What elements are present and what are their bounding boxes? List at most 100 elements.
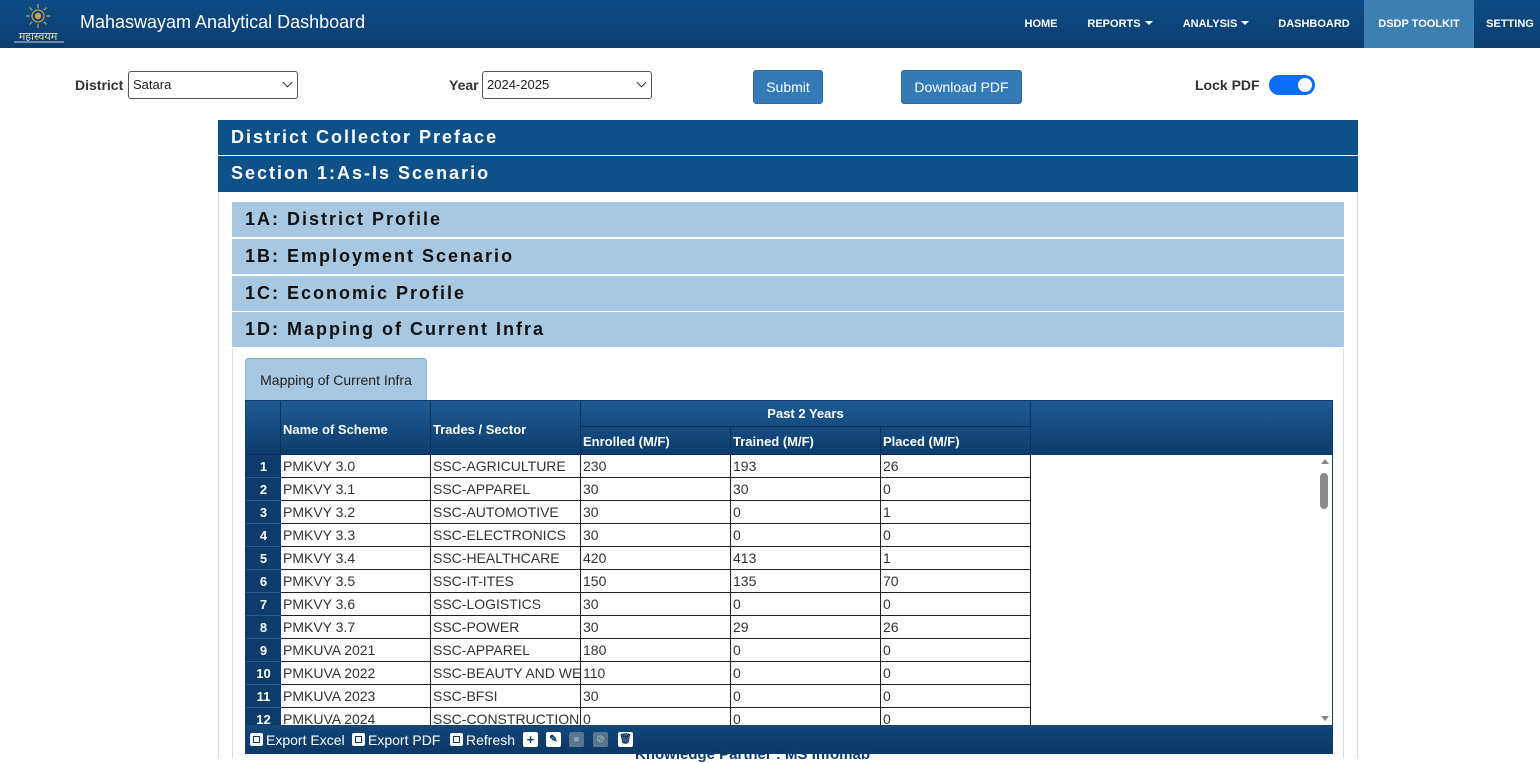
cell-enrolled[interactable]: 150	[581, 570, 731, 593]
cell-scheme[interactable]: PMKVY 3.1	[281, 478, 431, 501]
cell-enrolled[interactable]: 110	[581, 662, 731, 685]
cell-scheme[interactable]: PMKVY 3.2	[281, 501, 431, 524]
export-pdf-button[interactable]: Export PDF	[352, 732, 440, 748]
cell-enrolled[interactable]: 180	[581, 639, 731, 662]
table-row[interactable]: 10 PMKUVA 2022 SSC-BEAUTY AND WE 110 0 0	[246, 662, 1032, 685]
table-row[interactable]: 12 PMKUVA 2024 SSC-CONSTRUCTION 0 0 0	[246, 708, 1032, 725]
export-excel-button[interactable]: Export Excel	[250, 732, 345, 748]
nav-setting[interactable]: SETTING	[1475, 0, 1540, 48]
cell-trained[interactable]: 0	[731, 501, 881, 524]
cell-enrolled[interactable]: 0	[581, 708, 731, 725]
cell-scheme[interactable]: PMKVY 3.0	[281, 455, 431, 478]
cell-trained[interactable]: 135	[731, 570, 881, 593]
table-row[interactable]: 6 PMKVY 3.5 SSC-IT-ITES 150 135 70	[246, 570, 1032, 593]
cell-trained[interactable]: 0	[731, 708, 881, 725]
cell-trained[interactable]: 0	[731, 593, 881, 616]
table-row[interactable]: 9 PMKUVA 2021 SSC-APPAREL 180 0 0	[246, 639, 1032, 662]
cell-enrolled[interactable]: 30	[581, 501, 731, 524]
cell-placed[interactable]: 0	[881, 708, 1031, 725]
nav-home[interactable]: HOME	[1010, 0, 1072, 48]
cell-placed[interactable]: 1	[881, 547, 1031, 570]
cell-enrolled[interactable]: 230	[581, 455, 731, 478]
table-row[interactable]: 5 PMKVY 3.4 SSC-HEALTHCARE 420 413 1	[246, 547, 1032, 570]
header-placed[interactable]: Placed (M/F)	[881, 427, 1031, 455]
cell-placed[interactable]: 0	[881, 524, 1031, 547]
header-enrolled[interactable]: Enrolled (M/F)	[581, 427, 731, 455]
table-row[interactable]: 7 PMKVY 3.6 SSC-LOGISTICS 30 0 0	[246, 593, 1032, 616]
submit-button[interactable]: Submit	[753, 70, 823, 104]
cell-trade[interactable]: SSC-LOGISTICS	[431, 593, 581, 616]
refresh-button[interactable]: Refresh	[450, 732, 515, 748]
table-row[interactable]: 11 PMKUVA 2023 SSC-BFSI 30 0 0	[246, 685, 1032, 708]
subsection-1b-employment-scenario[interactable]: 1B: Employment Scenario	[232, 239, 1344, 274]
cell-trade[interactable]: SSC-BFSI	[431, 685, 581, 708]
delete-icon[interactable]: 🗑	[618, 732, 633, 747]
cell-scheme[interactable]: PMKVY 3.3	[281, 524, 431, 547]
cell-placed[interactable]: 1	[881, 501, 1031, 524]
cell-placed[interactable]: 26	[881, 616, 1031, 639]
cell-enrolled[interactable]: 30	[581, 593, 731, 616]
grid-scrollbar[interactable]	[1318, 457, 1332, 725]
tab-mapping-current-infra[interactable]: Mapping of Current Infra	[245, 358, 427, 400]
cell-trained[interactable]: 0	[731, 639, 881, 662]
cell-trade[interactable]: SSC-APPAREL	[431, 639, 581, 662]
cell-scheme[interactable]: PMKUVA 2023	[281, 685, 431, 708]
nav-reports[interactable]: REPORTS	[1073, 0, 1167, 48]
cell-trade[interactable]: SSC-ELECTRONICS	[431, 524, 581, 547]
cell-scheme[interactable]: PMKUVA 2021	[281, 639, 431, 662]
cell-trained[interactable]: 0	[731, 685, 881, 708]
nav-analysis[interactable]: ANALYSIS	[1168, 0, 1264, 48]
scroll-up-icon[interactable]	[1321, 459, 1329, 464]
header-trade[interactable]: Trades / Sector	[431, 401, 581, 455]
download-pdf-button[interactable]: Download PDF	[901, 70, 1022, 104]
scroll-down-icon[interactable]	[1321, 716, 1329, 721]
lock-pdf-toggle[interactable]	[1269, 75, 1315, 95]
mahaswayam-logo[interactable]: महास्वयम	[8, 3, 68, 45]
cell-trained[interactable]: 0	[731, 524, 881, 547]
cell-trade[interactable]: SSC-AGRICULTURE	[431, 455, 581, 478]
cell-trade[interactable]: SSC-AUTOMOTIVE	[431, 501, 581, 524]
table-row[interactable]: 2 PMKVY 3.1 SSC-APPAREL 30 30 0	[246, 478, 1032, 501]
cell-trade[interactable]: SSC-HEALTHCARE	[431, 547, 581, 570]
section-collector-preface[interactable]: District Collector Preface	[218, 120, 1358, 155]
cell-trade[interactable]: SSC-BEAUTY AND WE	[431, 662, 581, 685]
add-row-button[interactable]: +	[523, 732, 538, 747]
cell-scheme[interactable]: PMKVY 3.4	[281, 547, 431, 570]
cell-trained[interactable]: 413	[731, 547, 881, 570]
cell-enrolled[interactable]: 420	[581, 547, 731, 570]
cell-placed[interactable]: 0	[881, 639, 1031, 662]
table-row[interactable]: 4 PMKVY 3.3 SSC-ELECTRONICS 30 0 0	[246, 524, 1032, 547]
subsection-1a-district-profile[interactable]: 1A: District Profile	[232, 202, 1344, 237]
cell-placed[interactable]: 70	[881, 570, 1031, 593]
subsection-1c-economic-profile[interactable]: 1C: Economic Profile	[232, 276, 1344, 311]
cell-placed[interactable]: 0	[881, 593, 1031, 616]
header-trained[interactable]: Trained (M/F)	[731, 427, 881, 455]
header-scheme[interactable]: Name of Scheme	[281, 401, 431, 455]
cell-placed[interactable]: 0	[881, 478, 1031, 501]
scrollbar-thumb[interactable]	[1320, 473, 1328, 509]
table-row[interactable]: 3 PMKVY 3.2 SSC-AUTOMOTIVE 30 0 1	[246, 501, 1032, 524]
cell-enrolled[interactable]: 30	[581, 524, 731, 547]
cell-trained[interactable]: 30	[731, 478, 881, 501]
cell-trained[interactable]: 193	[731, 455, 881, 478]
subsection-1d-mapping-current-infra[interactable]: 1D: Mapping of Current Infra	[232, 312, 1344, 347]
cell-scheme[interactable]: PMKUVA 2024	[281, 708, 431, 725]
cell-placed[interactable]: 0	[881, 685, 1031, 708]
cell-trade[interactable]: SSC-APPAREL	[431, 478, 581, 501]
cell-trade[interactable]: SSC-CONSTRUCTION	[431, 708, 581, 725]
cell-trade[interactable]: SSC-IT-ITES	[431, 570, 581, 593]
table-row[interactable]: 8 PMKVY 3.7 SSC-POWER 30 29 26	[246, 616, 1032, 639]
nav-dsdp-toolkit[interactable]: DSDP TOOLKIT	[1364, 0, 1474, 48]
edit-icon[interactable]: ✎	[546, 732, 561, 747]
cell-enrolled[interactable]: 30	[581, 685, 731, 708]
district-select[interactable]: Satara	[128, 71, 298, 99]
cell-trained[interactable]: 0	[731, 662, 881, 685]
cell-scheme[interactable]: PMKVY 3.5	[281, 570, 431, 593]
cell-placed[interactable]: 26	[881, 455, 1031, 478]
cell-scheme[interactable]: PMKUVA 2022	[281, 662, 431, 685]
brand-title[interactable]: Mahaswayam Analytical Dashboard	[80, 12, 365, 33]
year-select[interactable]: 2024-2025	[482, 71, 652, 99]
cell-scheme[interactable]: PMKVY 3.7	[281, 616, 431, 639]
cell-enrolled[interactable]: 30	[581, 478, 731, 501]
cell-enrolled[interactable]: 30	[581, 616, 731, 639]
